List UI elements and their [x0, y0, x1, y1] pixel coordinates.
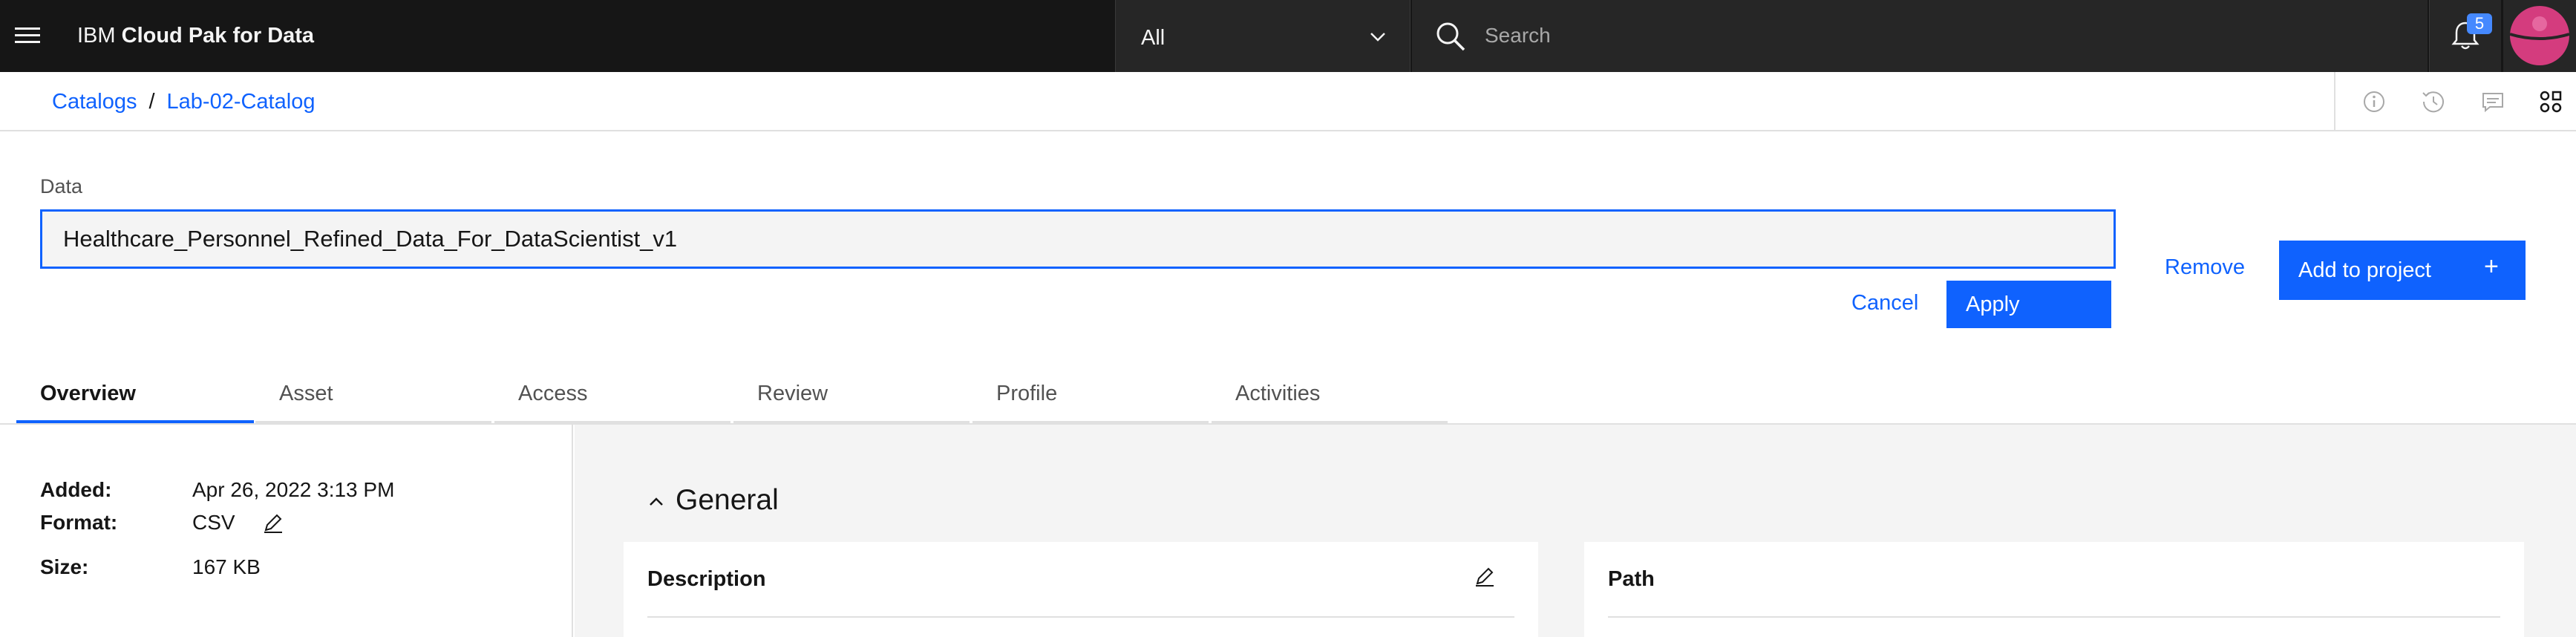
avatar-icon [2509, 6, 2570, 65]
tab-overview[interactable]: Overview [16, 367, 254, 423]
add-to-project-label: Add to project [2298, 258, 2431, 282]
asset-details-panel: Added: Apr 26, 2022 3:13 PM Format: CSV … [0, 425, 573, 637]
brand-name: Cloud Pak for Data [121, 24, 315, 48]
search-scope-value: All [1141, 26, 1166, 50]
description-title: Description [647, 567, 766, 591]
tab-review-label: Review [757, 382, 828, 405]
tab-profile-label: Profile [996, 382, 1058, 405]
search-icon [1436, 22, 1465, 51]
chevron-down-icon [1370, 33, 1385, 42]
size-value: 167 KB [192, 555, 261, 578]
cancel-button[interactable]: Cancel [1851, 291, 1918, 316]
notifications-button[interactable]: 5 [2429, 0, 2501, 72]
tab-asset[interactable]: Asset [255, 367, 491, 423]
side-tools [2334, 72, 2576, 131]
overview-main-panel: General Description Path [575, 425, 2576, 637]
search-scope-dropdown[interactable]: All [1115, 0, 1410, 72]
tab-asset-label: Asset [279, 382, 333, 405]
breadcrumb-catalogs-link[interactable]: Catalogs [52, 90, 137, 114]
path-card: Path [1584, 542, 2524, 637]
hamburger-menu-icon[interactable] [15, 24, 42, 47]
comment-icon[interactable] [2477, 85, 2509, 118]
remove-button[interactable]: Remove [2165, 255, 2245, 280]
tab-activities[interactable]: Activities [1212, 367, 1448, 423]
tab-activities-label: Activities [1235, 382, 1321, 405]
user-avatar-button[interactable] [2503, 0, 2576, 72]
product-name[interactable]: IBM Cloud Pak for Data [77, 24, 314, 48]
size-key: Size: [40, 555, 89, 578]
format-key: Format: [40, 511, 118, 534]
notification-count-badge: 5 [2467, 13, 2492, 34]
edit-format-pencil-icon[interactable] [261, 511, 285, 535]
chevron-up-icon [650, 497, 663, 506]
search-input[interactable] [1485, 15, 2376, 56]
breadcrumb-separator: / [148, 90, 155, 114]
global-search [1412, 0, 2428, 72]
add-icon: + [2484, 252, 2499, 281]
info-icon[interactable] [2358, 85, 2390, 118]
breadcrumb-bar: Catalogs / Lab-02-Catalog [0, 72, 2576, 131]
general-section-toggle[interactable]: General [646, 484, 779, 517]
description-card: Description [624, 542, 1538, 637]
breadcrumb-lab-catalog-link[interactable]: Lab-02-Catalog [167, 90, 316, 114]
name-field-label: Data [40, 175, 83, 197]
tab-access[interactable]: Access [494, 367, 730, 423]
tab-access-label: Access [518, 382, 588, 405]
breadcrumb: Catalogs / Lab-02-Catalog [52, 90, 315, 114]
asset-name-input[interactable] [40, 209, 2116, 269]
tab-overview-label: Overview [40, 382, 136, 405]
path-title: Path [1608, 567, 1655, 591]
path-divider [1608, 616, 2500, 618]
apply-button[interactable]: Apply [1946, 281, 2111, 328]
added-key: Added: [40, 478, 112, 501]
tab-review[interactable]: Review [733, 367, 970, 423]
description-divider [647, 616, 1514, 618]
add-to-project-button[interactable]: Add to project + [2279, 241, 2526, 300]
history-icon[interactable] [2417, 85, 2450, 118]
format-value: CSV [192, 511, 235, 534]
edit-description-pencil-icon[interactable] [1473, 564, 1497, 588]
top-header: IBM Cloud Pak for Data All 5 [0, 0, 2576, 72]
brand-prefix: IBM [77, 24, 116, 48]
tab-profile[interactable]: Profile [972, 367, 1209, 423]
added-value: Apr 26, 2022 3:13 PM [192, 478, 395, 501]
general-section-title: General [676, 484, 779, 516]
relationships-icon[interactable] [2534, 85, 2567, 118]
